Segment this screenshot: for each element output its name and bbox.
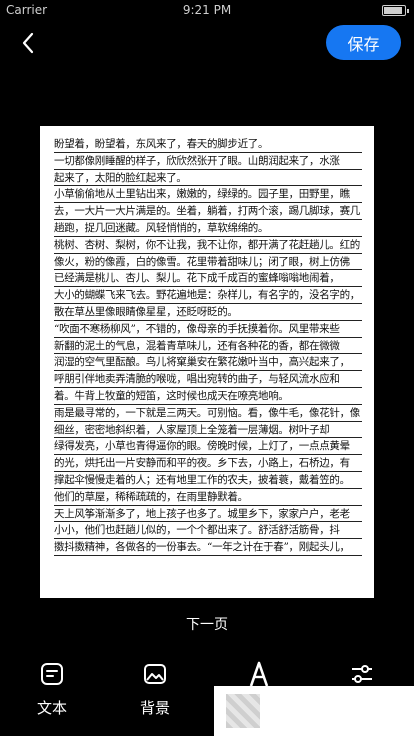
status-time: 9:21 PM — [182, 3, 232, 17]
paper-line: 起来了，太阳的脸红起来了。 — [54, 170, 362, 187]
text-tool-button[interactable]: 文本 — [22, 660, 82, 718]
sliders-icon — [348, 660, 376, 688]
paper-line: 着。牛背上牧童的短笛，这时候也成天在嘹亮地响。 — [54, 388, 362, 405]
font-tool-button[interactable] — [229, 660, 289, 688]
paper-line: 去，一大片一大片满是的。坐着，躺着，打两个滚，踢几脚球，赛几 — [54, 203, 362, 220]
adjust-tool-button[interactable] — [332, 660, 392, 688]
paper-line: 桃树、杏树、梨树，你不让我，我不让你，都开满了花赶趟儿。红的 — [54, 237, 362, 254]
paper-line: 一切都像刚睡醒的样子，欣欣然张开了眼。山朗润起来了，水涨 — [54, 153, 362, 170]
paper-line: 像火，粉的像霞，白的像雪。花里带着甜味儿；闭了眼，树上仿佛 — [54, 254, 362, 271]
paper-line: 润湿的空气里酝酿。鸟儿将窠巢安在繁花嫩叶当中，高兴起来了， — [54, 354, 362, 372]
background-tool-button[interactable]: 背景 — [125, 660, 185, 718]
handwriting-preview-page: 盼望着，盼望着，东风来了，春天的脚步近了。 一切都像刚睡醒的样子，欣欣然张开了眼。… — [40, 126, 374, 598]
text-icon — [38, 660, 66, 688]
paper-line: 雨是最寻常的，一下就是三两天。可别恼。看，像牛毛，像花针，像 — [54, 405, 362, 422]
paper-line: 绿得发亮，小草也青得逼你的眼。傍晚时候，上灯了，一点点黄晕 — [54, 438, 362, 456]
screen: Carrier 9:21 PM 保存 盼望着，盼望着，东风来了，春天的脚步近了。… — [0, 0, 414, 736]
paper-line: 细丝，密密地斜织着，人家屋顶上全笼着一层薄烟。树叶子却 — [54, 422, 362, 439]
paper-line: 已经满是桃儿、杏儿、梨儿。花下成千成百的蜜蜂嗡嗡地闹着， — [54, 270, 362, 288]
paper-line: 天上风筝渐渐多了，地上孩子也多了。城里乡下，家家户户，老老 — [54, 506, 362, 523]
paper-line: 的光，烘托出一片安静而和平的夜。乡下去，小路上，石桥边，有 — [54, 455, 362, 472]
paper-line: 擞抖擞精神，各做各的一份事去。“一年之计在于春”，刚起头儿， — [54, 539, 362, 556]
paper-line: 撑起伞慢慢走着的人；还有地里工作的农夫，披着蓑，戴着笠的。 — [54, 472, 362, 489]
image-icon — [141, 660, 169, 688]
thumbnail-overlay — [214, 686, 414, 736]
paper-line: 他们的草屋，稀稀疏疏的，在雨里静默着。 — [54, 489, 362, 506]
thumbnail-image — [226, 694, 260, 728]
background-tool-label: 背景 — [139, 699, 170, 717]
paper-line: “吹面不寒杨柳风”，不错的，像母亲的手抚摸着你。风里带来些 — [54, 321, 362, 338]
paper-line: 散在草丛里像眼睛像星星，还眨呀眨的。 — [54, 304, 362, 321]
paper-line: 盼望着，盼望着，东风来了，春天的脚步近了。 — [54, 136, 362, 153]
paper-line: 呼朋引伴地卖弄清脆的喉咙，唱出宛转的曲子，与轻风流水应和 — [54, 371, 362, 388]
font-icon — [245, 660, 273, 688]
save-button[interactable]: 保存 — [326, 25, 401, 60]
status-carrier: Carrier — [6, 3, 48, 17]
status-bar: Carrier 9:21 PM — [0, 0, 414, 20]
paper-line: 趟跑，捉几回迷藏。风轻悄悄的，草软绵绵的。 — [54, 220, 362, 237]
paper-line: 大小的蝴蝶飞来飞去。野花遍地是：杂样儿，有名字的，没名字的， — [54, 287, 362, 304]
paper-line: 小草偷偷地从土里钻出来，嫩嫩的，绿绿的。园子里，田野里，瞧 — [54, 186, 362, 204]
next-page-button[interactable]: 下一页 — [0, 614, 414, 634]
battery-icon — [382, 5, 409, 16]
chevron-left-icon — [22, 32, 34, 54]
paper-line: 小小，他们也赶趟儿似的，一个个都出来了。舒活舒活筋骨，抖 — [54, 522, 362, 540]
text-tool-label: 文本 — [36, 699, 67, 717]
back-button[interactable] — [14, 28, 42, 58]
paper-line: 新翻的泥土的气息，混着青草味儿，还有各种花的香，都在微微 — [54, 338, 362, 355]
